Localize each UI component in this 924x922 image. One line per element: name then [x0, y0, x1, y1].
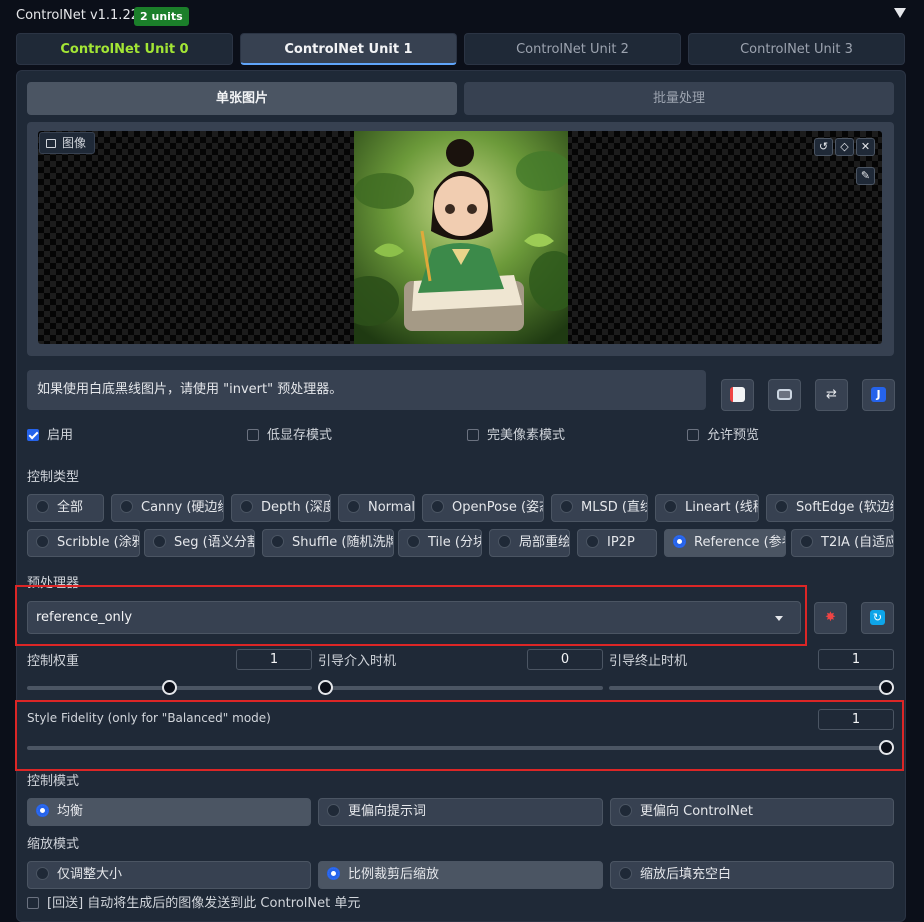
eraser-icon[interactable]: ◇: [835, 138, 854, 156]
fidelity-slider-thumb[interactable]: [879, 740, 894, 755]
radio-depth[interactable]: Depth (深度): [231, 494, 331, 522]
fidelity-input[interactable]: 1: [818, 709, 894, 730]
radio-softedge[interactable]: SoftEdge (软边缘): [766, 494, 894, 522]
radio-resize-fill[interactable]: 缩放后填充空白: [610, 861, 894, 889]
checkbox[interactable]: [467, 429, 479, 441]
weight-slider[interactable]: [27, 680, 312, 695]
radio-just-resize[interactable]: 仅调整大小: [27, 861, 311, 889]
start-input[interactable]: 0: [527, 649, 603, 670]
radio-t2ia[interactable]: T2IA (自适应): [791, 529, 894, 557]
allow-preview-checkbox[interactable]: 允许预览: [687, 428, 759, 444]
checkbox[interactable]: [247, 429, 259, 441]
refresh-icon[interactable]: ↻: [861, 602, 894, 634]
resize-mode-label: 缩放模式: [27, 837, 80, 852]
image-tabs: 单张图片 批量处理: [27, 82, 894, 115]
enable-checkbox[interactable]: 启用: [27, 428, 73, 444]
chevron-down-icon: [775, 616, 783, 621]
radio-lineart[interactable]: Lineart (线稿): [655, 494, 759, 522]
units-badge: 2 units: [134, 7, 189, 26]
checkbox[interactable]: [27, 897, 39, 909]
tab-batch[interactable]: 批量处理: [464, 82, 894, 115]
control-type-label: 控制类型: [27, 470, 80, 485]
low-vram-label: 低显存模式: [267, 428, 333, 443]
run-preprocessor-icon[interactable]: ✸: [814, 602, 847, 634]
checkbox-checked[interactable]: [27, 429, 39, 441]
tab-unit-3[interactable]: ControlNet Unit 3: [688, 33, 905, 65]
brush-icon[interactable]: ✎: [856, 167, 875, 185]
pixel-perfect-checkbox[interactable]: 完美像素模式: [467, 428, 565, 444]
radio-balanced[interactable]: 均衡: [27, 798, 311, 826]
radio-seg[interactable]: Seg (语义分割): [144, 529, 255, 557]
tab-single-image[interactable]: 单张图片: [27, 82, 457, 115]
invert-hint: 如果使用白底黑线图片，请使用 "invert" 预处理器。: [27, 370, 706, 410]
weight-input[interactable]: 1: [236, 649, 312, 670]
radio-crop-resize[interactable]: 比例裁剪后缩放: [318, 861, 603, 889]
radio-inpaint[interactable]: 局部重绘: [489, 529, 570, 557]
checkbox[interactable]: [687, 429, 699, 441]
start-label: 引导介入时机: [318, 654, 397, 669]
end-slider-thumb[interactable]: [879, 680, 894, 695]
end-label: 引导终止时机: [609, 654, 688, 669]
swap-icon[interactable]: ⇄: [815, 379, 848, 411]
radio-ip2p[interactable]: IP2P: [577, 529, 657, 557]
radio-all[interactable]: 全部: [27, 494, 104, 522]
pixel-perfect-label: 完美像素模式: [487, 428, 566, 443]
radio-tile[interactable]: Tile (分块): [398, 529, 482, 557]
weight-label: 控制权重: [27, 654, 80, 669]
radio-controlnet-priority[interactable]: 更偏向 ControlNet: [610, 798, 894, 826]
controlnet-header[interactable]: ControlNet v1.1.224 2 units: [0, 0, 924, 32]
undo-icon[interactable]: ↺: [814, 138, 833, 156]
loopback-label: [回送] 自动将生成后的图像发送到此 ControlNet 单元: [47, 896, 361, 911]
radio-normal[interactable]: Normal: [338, 494, 415, 522]
reference-image: [354, 131, 568, 344]
image-label: 图像: [39, 132, 96, 154]
unit-tabs: ControlNet Unit 0 ControlNet Unit 1 Cont…: [16, 33, 906, 65]
camera-icon[interactable]: [768, 379, 801, 411]
fidelity-slider[interactable]: [27, 740, 894, 755]
start-slider-thumb[interactable]: [318, 680, 333, 695]
edit-icon[interactable]: [721, 379, 754, 411]
end-slider[interactable]: [609, 680, 894, 695]
radio-openpose[interactable]: OpenPose (姿态): [422, 494, 544, 522]
radio-canny[interactable]: Canny (硬边缘): [111, 494, 224, 522]
preprocessor-value: reference_only: [36, 610, 133, 625]
enable-label: 启用: [47, 428, 74, 443]
radio-shuffle[interactable]: Shuffle (随机洗牌): [262, 529, 394, 557]
preprocessor-dropdown[interactable]: reference_only: [27, 601, 801, 634]
start-slider[interactable]: [318, 680, 603, 695]
radio-reference[interactable]: Reference (参考): [664, 529, 786, 557]
tab-unit-2[interactable]: ControlNet Unit 2: [464, 33, 681, 65]
end-input[interactable]: 1: [818, 649, 894, 670]
radio-prompt-priority[interactable]: 更偏向提示词: [318, 798, 603, 826]
collapse-caret-icon[interactable]: [894, 8, 906, 18]
image-icon: [46, 139, 56, 148]
fidelity-label: Style Fidelity (only for "Balanced" mode…: [27, 711, 271, 725]
radio-scribble[interactable]: Scribble (涂鸦): [27, 529, 140, 557]
close-icon[interactable]: ✕: [856, 138, 875, 156]
image-label-text: 图像: [62, 136, 87, 150]
send-icon[interactable]: J: [862, 379, 895, 411]
tab-unit-0[interactable]: ControlNet Unit 0: [16, 33, 233, 65]
control-mode-label: 控制模式: [27, 774, 80, 789]
low-vram-checkbox[interactable]: 低显存模式: [247, 428, 332, 444]
controlnet-title: ControlNet v1.1.224: [16, 8, 148, 23]
loopback-checkbox[interactable]: [回送] 自动将生成后的图像发送到此 ControlNet 单元: [27, 896, 360, 912]
allow-preview-label: 允许预览: [707, 428, 760, 443]
tab-unit-1[interactable]: ControlNet Unit 1: [240, 33, 457, 65]
radio-mlsd[interactable]: MLSD (直线): [551, 494, 648, 522]
weight-slider-thumb[interactable]: [162, 680, 177, 695]
